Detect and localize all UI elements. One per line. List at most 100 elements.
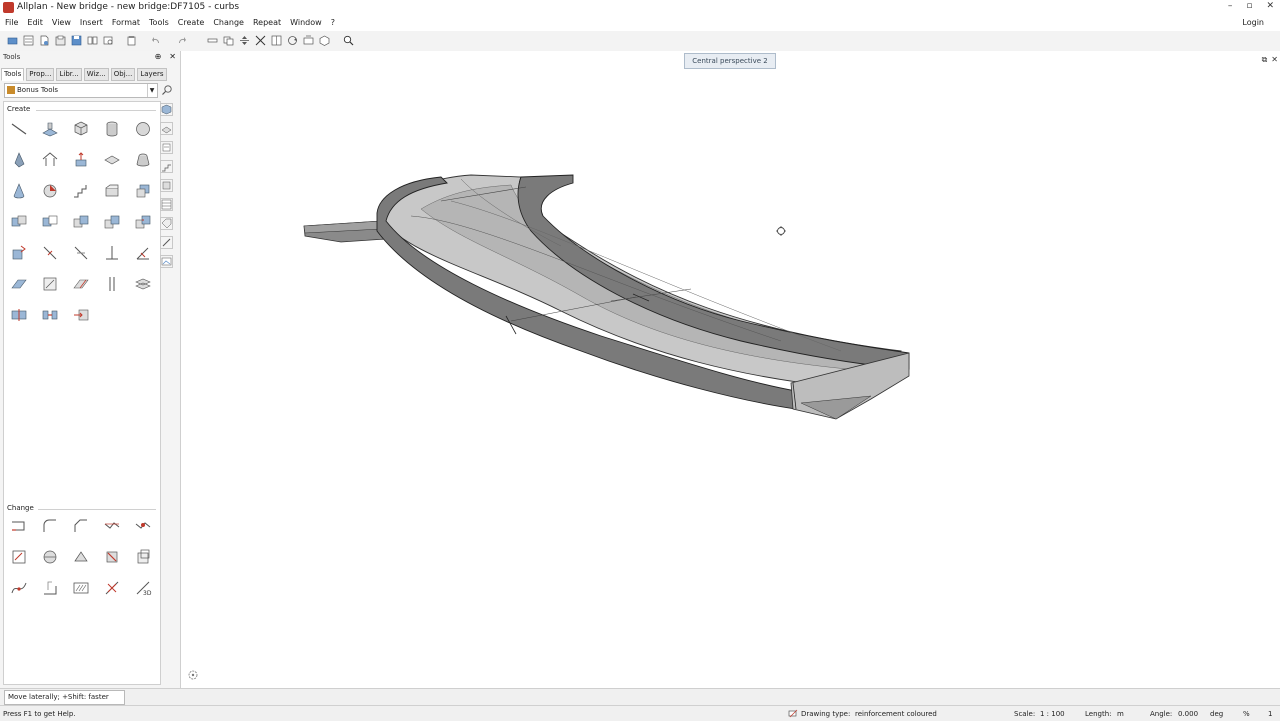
delete-element-tool-icon[interactable] xyxy=(102,578,122,598)
view-navigation-icon[interactable] xyxy=(187,669,199,681)
palette-dropdown[interactable]: Bonus Tools ▼ xyxy=(4,83,158,98)
perpendicular-tool-icon[interactable] xyxy=(102,243,122,263)
strip-cylinder-icon[interactable] xyxy=(160,179,173,192)
rotate-icon[interactable] xyxy=(287,35,298,46)
angle-unit[interactable]: deg xyxy=(1210,710,1223,718)
prism-tool-icon[interactable] xyxy=(102,181,122,201)
join-lines-tool-icon[interactable] xyxy=(133,516,153,536)
menu-window[interactable]: Window xyxy=(290,18,322,27)
redo-icon[interactable] xyxy=(176,35,187,46)
clipboard-icon[interactable] xyxy=(126,35,137,46)
roof-tool-icon[interactable] xyxy=(40,150,60,170)
surface-tool-icon[interactable] xyxy=(9,274,29,294)
percent-value[interactable]: 1 xyxy=(1268,710,1272,718)
line-tool-icon[interactable] xyxy=(9,119,29,139)
bridge-3d-model[interactable] xyxy=(181,51,1280,688)
strip-image-icon[interactable] xyxy=(160,255,173,268)
print-preview-icon[interactable] xyxy=(103,35,114,46)
menu-tools[interactable]: Tools xyxy=(149,18,169,27)
revolve-tool-icon[interactable] xyxy=(102,150,122,170)
polyline-tool-icon[interactable] xyxy=(102,516,122,536)
menu-help[interactable]: ? xyxy=(331,18,335,27)
cone-tool-icon[interactable] xyxy=(9,181,29,201)
mirror-icon[interactable] xyxy=(271,35,282,46)
design-files-icon[interactable] xyxy=(23,35,34,46)
strip-pen-icon[interactable] xyxy=(160,236,173,249)
union-tool-icon[interactable] xyxy=(9,212,29,232)
offset-tool-icon[interactable] xyxy=(40,578,60,598)
strip-stairs-icon[interactable] xyxy=(160,160,173,173)
shell-tool-icon[interactable] xyxy=(133,547,153,567)
cut-solid-tool-icon[interactable] xyxy=(40,547,60,567)
split-tool-icon[interactable] xyxy=(9,305,29,325)
chamfer-edge-tool-icon[interactable] xyxy=(71,243,91,263)
edit-curve-tool-icon[interactable] xyxy=(9,578,29,598)
layers-tool-icon[interactable] xyxy=(133,274,153,294)
cuboid-tool-icon[interactable] xyxy=(71,119,91,139)
plot-icon[interactable] xyxy=(55,35,66,46)
strip-table-icon[interactable] xyxy=(160,198,173,211)
tab-properties[interactable]: Prop... xyxy=(26,68,55,81)
extrude-tool-icon[interactable] xyxy=(40,119,60,139)
hatching-tool-icon[interactable] xyxy=(71,578,91,598)
extrude-path-tool-icon[interactable] xyxy=(71,150,91,170)
slope-surface-tool-icon[interactable] xyxy=(71,274,91,294)
loft-tool-icon[interactable] xyxy=(133,150,153,170)
fillet-tool-icon[interactable] xyxy=(40,516,60,536)
tab-wizards[interactable]: Wiz... xyxy=(83,68,109,81)
menu-file[interactable]: File xyxy=(5,18,18,27)
modify-surface-tool-icon[interactable] xyxy=(9,547,29,567)
scale-value[interactable]: 1 : 100 xyxy=(1040,710,1065,718)
minimize-button[interactable]: – xyxy=(1228,1,1233,11)
strip-tag-icon[interactable] xyxy=(160,217,173,230)
angle-tool-icon[interactable] xyxy=(133,243,153,263)
viewport[interactable]: Central perspective 2 ⧉ ✕ xyxy=(181,51,1280,688)
tab-library[interactable]: Libr... xyxy=(56,68,82,81)
angle-value[interactable]: 0.000 xyxy=(1178,710,1198,718)
copy-icon[interactable] xyxy=(223,35,234,46)
remove-face-tool-icon[interactable] xyxy=(102,547,122,567)
menu-create[interactable]: Create xyxy=(178,18,205,27)
length-unit[interactable]: m xyxy=(1117,710,1124,718)
delete-icon[interactable] xyxy=(207,35,218,46)
menu-change[interactable]: Change xyxy=(213,18,244,27)
sphere-tool-icon[interactable] xyxy=(133,119,153,139)
cut-icon[interactable] xyxy=(255,35,266,46)
modify-points-tool-icon[interactable] xyxy=(9,516,29,536)
convert-3d-tool-icon[interactable]: 3D xyxy=(133,578,153,598)
bevel-tool-icon[interactable] xyxy=(71,547,91,567)
maximize-button[interactable]: ▫ xyxy=(1246,1,1252,11)
split-solid-tool-icon[interactable] xyxy=(102,212,122,232)
login-button[interactable]: Login xyxy=(1242,18,1264,27)
convert-elements-tool-icon[interactable] xyxy=(9,243,29,263)
connect-tool-icon[interactable] xyxy=(40,305,60,325)
close-panel-icon[interactable]: ✕ xyxy=(169,52,176,61)
undo-icon[interactable] xyxy=(151,35,162,46)
layout-icon[interactable] xyxy=(87,35,98,46)
box-tool-icon[interactable] xyxy=(133,181,153,201)
open-project-icon[interactable] xyxy=(7,35,18,46)
pin-icon[interactable]: ⊕ xyxy=(155,52,162,61)
edge-tool-icon[interactable] xyxy=(40,243,60,263)
intersect-tool-icon[interactable] xyxy=(71,212,91,232)
insert-tool-icon[interactable] xyxy=(71,305,91,325)
menu-repeat[interactable]: Repeat xyxy=(253,18,281,27)
parallel-lines-tool-icon[interactable] xyxy=(102,274,122,294)
strip-surface-icon[interactable] xyxy=(160,122,173,135)
tab-layers[interactable]: Layers xyxy=(137,68,167,81)
zoom-icon[interactable] xyxy=(343,35,354,46)
stretch-icon[interactable] xyxy=(303,35,314,46)
menu-insert[interactable]: Insert xyxy=(80,18,103,27)
3d-view-icon[interactable] xyxy=(319,35,330,46)
move-icon[interactable] xyxy=(239,35,250,46)
cylinder-tool-icon[interactable] xyxy=(102,119,122,139)
strip-text-icon[interactable] xyxy=(160,141,173,154)
drawing-type-value[interactable]: reinforcement coloured xyxy=(855,710,937,718)
close-window-button[interactable]: ✕ xyxy=(1266,1,1274,11)
stairs-tool-icon[interactable] xyxy=(71,181,91,201)
menu-view[interactable]: View xyxy=(52,18,71,27)
menu-format[interactable]: Format xyxy=(112,18,140,27)
tab-tools[interactable]: Tools xyxy=(1,68,25,81)
save-icon[interactable] xyxy=(71,35,82,46)
file-icon[interactable] xyxy=(39,35,50,46)
